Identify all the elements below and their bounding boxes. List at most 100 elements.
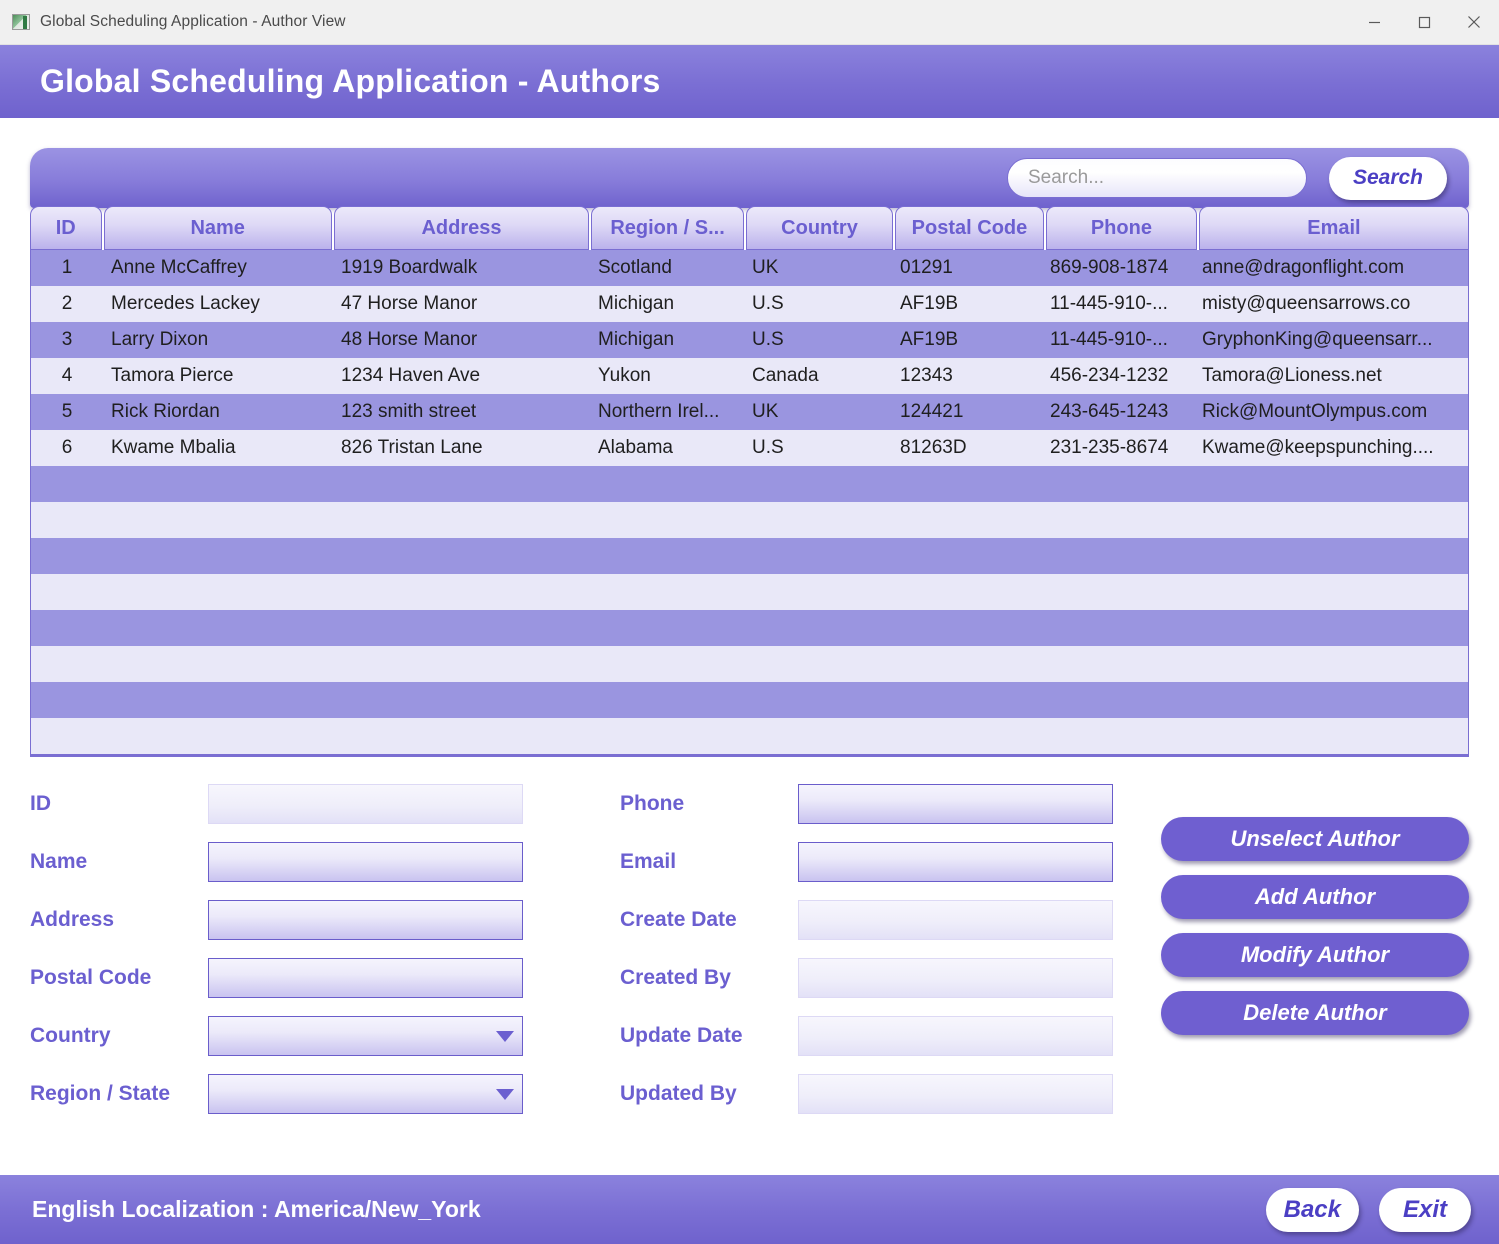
id-field <box>208 784 523 824</box>
label-updated-by: Updated By <box>620 1082 798 1106</box>
footer-buttons: Back Exit <box>1266 1188 1471 1232</box>
label-region: Region / State <box>30 1082 208 1106</box>
cell-region: Michigan <box>590 329 744 351</box>
table-row-empty[interactable] <box>31 610 1468 646</box>
form-row-address: Address <box>30 901 560 939</box>
column-header-addr[interactable]: Address <box>334 206 589 250</box>
label-phone: Phone <box>620 792 798 816</box>
updated-by-field <box>798 1074 1113 1114</box>
email-field[interactable] <box>798 842 1113 882</box>
cell-phone: 11-445-910-... <box>1042 329 1194 351</box>
column-header-email[interactable]: Email <box>1199 206 1469 250</box>
cell-email: Kwame@keepspunching.... <box>1194 437 1466 459</box>
cell-addr: 1919 Boardwalk <box>333 257 590 279</box>
table-row-empty[interactable] <box>31 682 1468 718</box>
cell-phone: 243-645-1243 <box>1042 401 1194 423</box>
unselect-author-button[interactable]: Unselect Author <box>1161 817 1469 861</box>
cell-country: UK <box>744 401 892 423</box>
app-header: Global Scheduling Application - Authors <box>0 45 1499 118</box>
cell-region: Yukon <box>590 365 744 387</box>
add-author-button[interactable]: Add Author <box>1161 875 1469 919</box>
column-header-phone[interactable]: Phone <box>1046 206 1197 250</box>
close-icon[interactable] <box>1449 0 1499 45</box>
form-row-phone: Phone <box>620 785 1160 823</box>
table-row[interactable]: 5Rick Riordan123 smith streetNorthern Ir… <box>31 394 1468 430</box>
table-row-empty[interactable] <box>31 466 1468 502</box>
form-row-country: Country <box>30 1017 560 1055</box>
column-header-country[interactable]: Country <box>746 206 893 250</box>
cell-id: 1 <box>31 257 103 279</box>
cell-addr: 826 Tristan Lane <box>333 437 590 459</box>
name-field[interactable] <box>208 842 523 882</box>
cell-name: Kwame Mbalia <box>103 437 333 459</box>
author-action-buttons: Unselect Author Add Author Modify Author De… <box>1161 817 1469 1035</box>
modify-author-button[interactable]: Modify Author <box>1161 933 1469 977</box>
column-header-id[interactable]: ID <box>30 206 102 250</box>
search-button[interactable]: Search <box>1329 157 1447 200</box>
column-header-postal[interactable]: Postal Code <box>895 206 1044 250</box>
search-input[interactable] <box>1007 158 1307 198</box>
form-row-created-by: Created By <box>620 959 1160 997</box>
created-by-field <box>798 958 1113 998</box>
update-date-field <box>798 1016 1113 1056</box>
table-row[interactable]: 6Kwame Mbalia826 Tristan LaneAlabamaU.S8… <box>31 430 1468 466</box>
table-toolbar: Search <box>30 148 1469 208</box>
address-field[interactable] <box>208 900 523 940</box>
table-row-empty[interactable] <box>31 574 1468 610</box>
back-button[interactable]: Back <box>1266 1188 1359 1232</box>
form-row-create-date: Create Date <box>620 901 1160 939</box>
column-header-region[interactable]: Region / S... <box>591 206 744 250</box>
postal-code-field[interactable] <box>208 958 523 998</box>
cell-email: Rick@MountOlympus.com <box>1194 401 1466 423</box>
table-row[interactable]: 1Anne McCaffrey1919 BoardwalkScotlandUK0… <box>31 250 1468 286</box>
region-dropdown[interactable] <box>208 1074 523 1114</box>
cell-phone: 456-234-1232 <box>1042 365 1194 387</box>
table-row-empty[interactable] <box>31 646 1468 682</box>
table-row[interactable]: 4Tamora Pierce1234 Haven AveYukonCanada1… <box>31 358 1468 394</box>
label-update-date: Update Date <box>620 1024 798 1048</box>
form-row-email: Email <box>620 843 1160 881</box>
cell-email: Tamora@Lioness.net <box>1194 365 1466 387</box>
window-titlebar: Global Scheduling Application - Author V… <box>0 0 1499 45</box>
form-row-id: ID <box>30 785 560 823</box>
chevron-down-icon <box>496 1089 514 1100</box>
status-footer: English Localization : America/New_York … <box>0 1175 1499 1244</box>
table-row[interactable]: 3Larry Dixon48 Horse ManorMichiganU.SAF1… <box>31 322 1468 358</box>
cell-country: UK <box>744 257 892 279</box>
cell-addr: 47 Horse Manor <box>333 293 590 315</box>
exit-button[interactable]: Exit <box>1379 1188 1471 1232</box>
phone-field[interactable] <box>798 784 1113 824</box>
cell-name: Larry Dixon <box>103 329 333 351</box>
label-email: Email <box>620 850 798 874</box>
cell-region: Northern Irel... <box>590 401 744 423</box>
cell-postal: AF19B <box>892 293 1042 315</box>
table-row[interactable]: 2Mercedes Lackey47 Horse ManorMichiganU.… <box>31 286 1468 322</box>
cell-region: Alabama <box>590 437 744 459</box>
cell-region: Scotland <box>590 257 744 279</box>
label-create-date: Create Date <box>620 908 798 932</box>
label-address: Address <box>30 908 208 932</box>
label-country: Country <box>30 1024 208 1048</box>
maximize-icon[interactable] <box>1399 0 1449 45</box>
cell-name: Mercedes Lackey <box>103 293 333 315</box>
cell-postal: AF19B <box>892 329 1042 351</box>
cell-name: Tamora Pierce <box>103 365 333 387</box>
application-window: Global Scheduling Application - Author V… <box>0 0 1499 1244</box>
form-row-region: Region / State <box>30 1075 560 1113</box>
cell-postal: 01291 <box>892 257 1042 279</box>
cell-name: Rick Riordan <box>103 401 333 423</box>
cell-region: Michigan <box>590 293 744 315</box>
column-header-name[interactable]: Name <box>104 206 332 250</box>
table-row-empty[interactable] <box>31 718 1468 754</box>
cell-phone: 869-908-1874 <box>1042 257 1194 279</box>
cell-id: 2 <box>31 293 103 315</box>
page-title: Global Scheduling Application - Authors <box>40 63 661 100</box>
table-row-empty[interactable] <box>31 538 1468 574</box>
form-column-right: Phone Email Create Date Created By Update Da… <box>620 785 1160 1175</box>
minimize-icon[interactable] <box>1349 0 1399 45</box>
table-row-empty[interactable] <box>31 502 1468 538</box>
delete-author-button[interactable]: Delete Author <box>1161 991 1469 1035</box>
cell-addr: 48 Horse Manor <box>333 329 590 351</box>
country-dropdown[interactable] <box>208 1016 523 1056</box>
authors-table-panel: Search IDNameAddressRegion / S...Country… <box>30 148 1469 757</box>
